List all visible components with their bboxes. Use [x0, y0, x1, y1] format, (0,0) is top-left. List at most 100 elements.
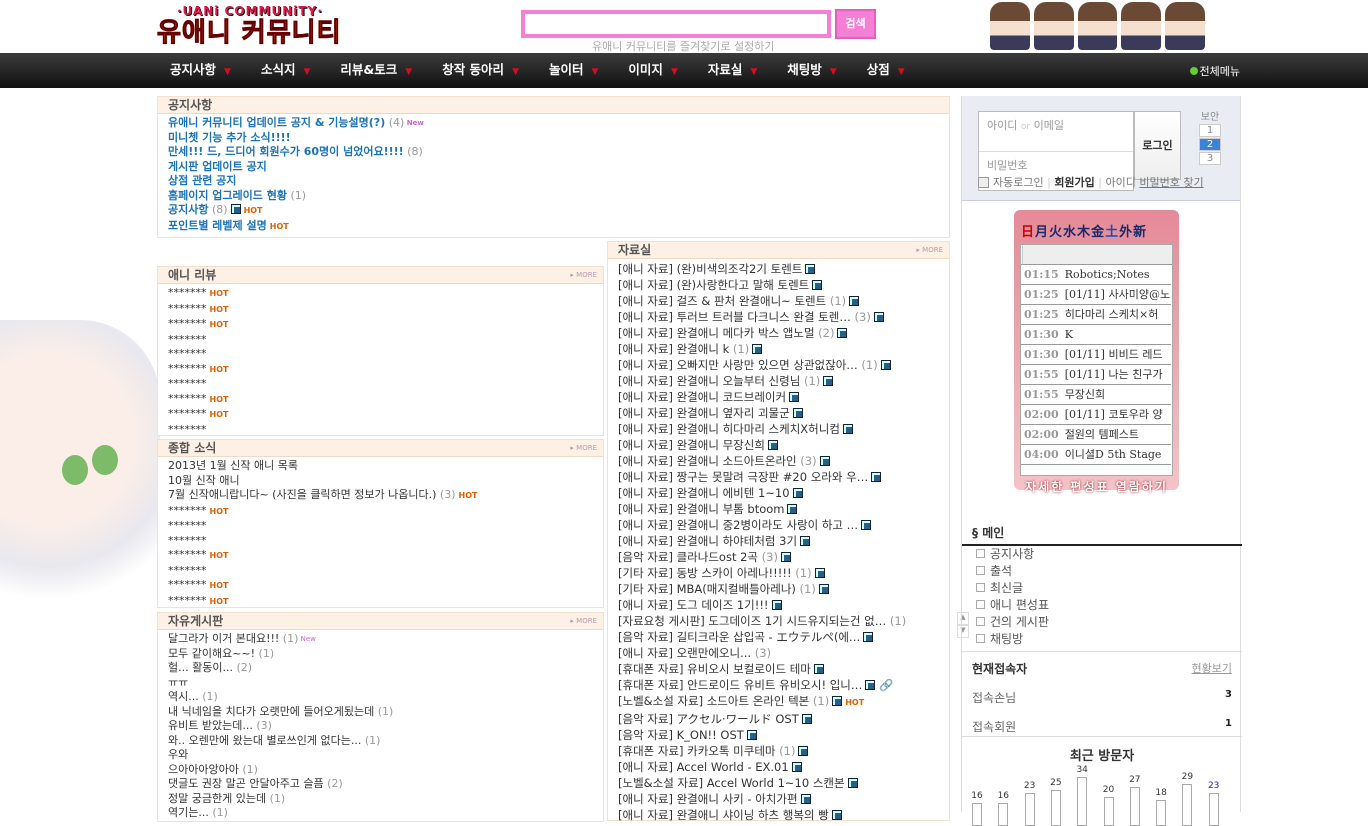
- join-link[interactable]: 회원가입: [1054, 176, 1094, 189]
- day-tab[interactable]: 外: [1119, 225, 1133, 240]
- post-title[interactable]: 만세!!! 드, 드디어 회원수가 60명이 넘었어요!!!!: [168, 145, 404, 158]
- list-item[interactable]: 달그라가 이거 본대요!!! (1) New: [168, 632, 593, 647]
- list-item[interactable]: [애니 자료] 완결애니 옆자리 괴물군: [618, 405, 939, 421]
- list-item[interactable]: ******* HOT: [168, 578, 593, 594]
- post-title[interactable]: [음악 자료] K_ON!! OST: [618, 728, 744, 742]
- id-input[interactable]: 아이디 or 이메일: [979, 112, 1133, 152]
- post-title[interactable]: [애니 자료] 완결애니 사키 - 아치가편: [618, 792, 798, 806]
- nav-item[interactable]: 소식지 ▼: [261, 53, 310, 89]
- post-title[interactable]: 와.. 오렌만에 왔는대 별로쓰인게 없다는...: [168, 734, 361, 747]
- list-item[interactable]: [애니 자료] 오랜만에오니... (3): [618, 645, 939, 661]
- list-item[interactable]: 정말 궁금한게 있는데 (1): [168, 792, 593, 807]
- post-title[interactable]: *******: [168, 534, 207, 547]
- list-item[interactable]: [노벨&소설 자료] 소드아트 온라인 텍본 (1) HOT: [618, 693, 939, 711]
- nav-item[interactable]: 공지사항 ▼: [170, 53, 231, 89]
- list-item[interactable]: 만세!!! 드, 드디어 회원수가 60명이 넘었어요!!!! (8): [168, 145, 939, 160]
- security-level-3[interactable]: 3: [1199, 152, 1221, 165]
- list-item[interactable]: 내 닉네임을 치다가 오랫만에 들어오게됬는데 (1): [168, 705, 593, 720]
- list-item[interactable]: [음악 자료] アクセル·ワールド OST: [618, 711, 939, 727]
- nav-item[interactable]: 리뷰&토크 ▼: [340, 53, 412, 89]
- post-title[interactable]: [애니 자료] (완)비색의조각2기 토렌트: [618, 262, 802, 276]
- security-level-1[interactable]: 1: [1199, 124, 1221, 137]
- list-item[interactable]: 와.. 오렌만에 왔는대 별로쓰인게 없다는... (1): [168, 734, 593, 749]
- list-item[interactable]: [애니 자료] 완결애니 히다마리 스케치X허니컴: [618, 421, 939, 437]
- list-item[interactable]: [애니 자료] 완결애니 하야테처럼 3기: [618, 533, 939, 549]
- schedule-item[interactable]: 01:30 K: [1021, 325, 1171, 345]
- post-title[interactable]: 으아아아앙아아: [168, 763, 239, 776]
- list-item[interactable]: [애니 자료] (완)비색의조각2기 토렌트: [618, 261, 939, 277]
- post-title[interactable]: [애니 자료] 짱구는 못말려 극장판 #20 오라와 우…: [618, 470, 868, 484]
- list-item[interactable]: *******: [168, 347, 593, 362]
- post-title[interactable]: *******: [168, 564, 207, 577]
- post-title[interactable]: [애니 자료] 투러브 트러블 다크니스 완결 토렌…: [618, 310, 851, 324]
- list-item[interactable]: [애니 자료] 완결애니 부톰 btoom: [618, 501, 939, 517]
- post-title[interactable]: [애니 자료] 완결애니 에비텐 1~10: [618, 486, 790, 500]
- day-tab[interactable]: 火: [1049, 225, 1063, 240]
- list-item[interactable]: [애니 자료] 완결애니 소드아트온라인 (3): [618, 453, 939, 469]
- schedule-item[interactable]: 01:25 [01/11] 사사미양@노: [1021, 285, 1171, 305]
- schedule-item[interactable]: 04:00 이니셜D 5th Stage: [1021, 445, 1171, 465]
- list-item[interactable]: 7월 신작애니랍니다~ (사진을 클릭하면 정보가 나옵니다.) (3) HOT: [168, 488, 593, 504]
- post-title[interactable]: [애니 자료] Accel World - EX.01: [618, 760, 789, 774]
- day-tab[interactable]: 金: [1091, 225, 1105, 240]
- post-title[interactable]: [애니 자료] 완결애니 k: [618, 342, 729, 356]
- list-item[interactable]: ******* HOT: [168, 362, 593, 378]
- post-title[interactable]: 유애니 커뮤니티 업데이트 공지 & 기능설명(?): [168, 116, 385, 129]
- list-item[interactable]: [애니 자료] 완결애니 중2병이라도 사랑이 하고 …: [618, 517, 939, 533]
- auto-login-checkbox[interactable]: [978, 177, 989, 188]
- list-item[interactable]: *******: [168, 534, 593, 549]
- post-title[interactable]: 댓글도 권장 말곤 안달아주고 슬픔: [168, 777, 324, 790]
- schedule-item[interactable]: 01:30 [01/11] 비비드 레드: [1021, 345, 1171, 365]
- post-title[interactable]: 상점 관련 공지: [168, 174, 236, 187]
- side-menu-item[interactable]: 채팅방: [962, 631, 1242, 648]
- post-title[interactable]: ㅠㅠ: [168, 676, 188, 689]
- day-tab[interactable]: 土: [1105, 225, 1119, 240]
- post-title[interactable]: 우와: [168, 748, 188, 761]
- list-item[interactable]: *******: [168, 564, 593, 579]
- post-title[interactable]: *******: [168, 548, 207, 561]
- list-item[interactable]: [음악 자료] 클라나드ost 2곡 (3): [618, 549, 939, 565]
- post-title[interactable]: 모두 같이해요~~!: [168, 647, 255, 660]
- post-title[interactable]: [애니 자료] 완결애니 소드아트온라인: [618, 454, 797, 468]
- list-item[interactable]: ******* HOT: [168, 317, 593, 333]
- list-item[interactable]: [노벨&소설 자료] Accel World 1~10 스캔본: [618, 775, 939, 791]
- list-item[interactable]: [애니 자료] 오빠지만 사랑만 있으면 상관없잖아… (1): [618, 357, 939, 373]
- list-item[interactable]: [기타 자료] MBA(매지컬배틀아레나) (1): [618, 581, 939, 597]
- side-menu-item[interactable]: 출석: [962, 563, 1242, 580]
- post-title[interactable]: 공지사항: [168, 203, 208, 216]
- list-item[interactable]: 역기는... (1): [168, 806, 593, 821]
- post-title[interactable]: *******: [168, 377, 207, 390]
- schedule-item[interactable]: 01:25 히다마리 스케치×허: [1021, 305, 1171, 325]
- post-title[interactable]: 홈페이지 업그레이드 현황: [168, 189, 287, 202]
- find-password-link[interactable]: 비밀번호 찾기: [1139, 176, 1203, 189]
- post-title[interactable]: [애니 자료] 오빠지만 사랑만 있으면 상관없잖아…: [618, 358, 858, 372]
- find-id-link[interactable]: 아이디: [1106, 176, 1136, 189]
- list-item[interactable]: ******* HOT: [168, 548, 593, 564]
- post-title[interactable]: [휴대폰 자료] 안드로이드 유비트 유비오시! 입니…: [618, 678, 862, 692]
- list-item[interactable]: 헐... 활동이... (2): [168, 661, 593, 676]
- post-title[interactable]: *******: [168, 392, 207, 405]
- post-title[interactable]: [애니 자료] 완결애니 히다마리 스케치X허니컴: [618, 422, 840, 436]
- list-item[interactable]: [기타 자료] 동방 스카이 아레나!!!!! (1): [618, 565, 939, 581]
- post-title[interactable]: [애니 자료] 완결애니 코드브레이커: [618, 390, 786, 404]
- schedule-scrollbar[interactable]: [1022, 245, 1172, 265]
- post-title[interactable]: 포인트별 레벨제 설명: [168, 219, 267, 232]
- post-title[interactable]: 7월 신작애니랍니다~ (사진을 클릭하면 정보가 나옵니다.): [168, 488, 436, 501]
- auto-login-label[interactable]: 자동로그인: [993, 176, 1044, 189]
- post-title[interactable]: [기타 자료] MBA(매지컬배틀아레나): [618, 582, 796, 596]
- login-button[interactable]: 로그인: [1134, 111, 1181, 180]
- list-item[interactable]: 포인트별 레벨제 설명 HOT: [168, 219, 939, 235]
- post-title[interactable]: [애니 자료] 완결애니 오늘부터 신령님: [618, 374, 800, 388]
- post-title[interactable]: 정말 궁금한게 있는데: [168, 792, 266, 805]
- post-title[interactable]: [애니 자료] 완결애니 샤이닝 하츠 행복의 빵: [618, 808, 829, 822]
- view-status-link[interactable]: 현황보기: [1192, 660, 1232, 676]
- list-item[interactable]: ******* HOT: [168, 286, 593, 302]
- all-menu-button[interactable]: 전체메뉴: [1189, 63, 1240, 79]
- post-title[interactable]: *******: [168, 286, 207, 299]
- list-item[interactable]: 으아아아앙아아 (1): [168, 763, 593, 778]
- post-title[interactable]: 미니쳇 기능 추가 소식!!!!: [168, 131, 291, 144]
- list-item[interactable]: [애니 자료] 걸즈 & 판처 완결애니~ 토렌트 (1): [618, 293, 939, 309]
- list-item[interactable]: 2013년 1월 신작 애니 목록: [168, 459, 593, 474]
- list-item[interactable]: [휴대폰 자료] 유비오시 보컬로이드 테마: [618, 661, 939, 677]
- post-title[interactable]: 헐... 활동이...: [168, 661, 233, 674]
